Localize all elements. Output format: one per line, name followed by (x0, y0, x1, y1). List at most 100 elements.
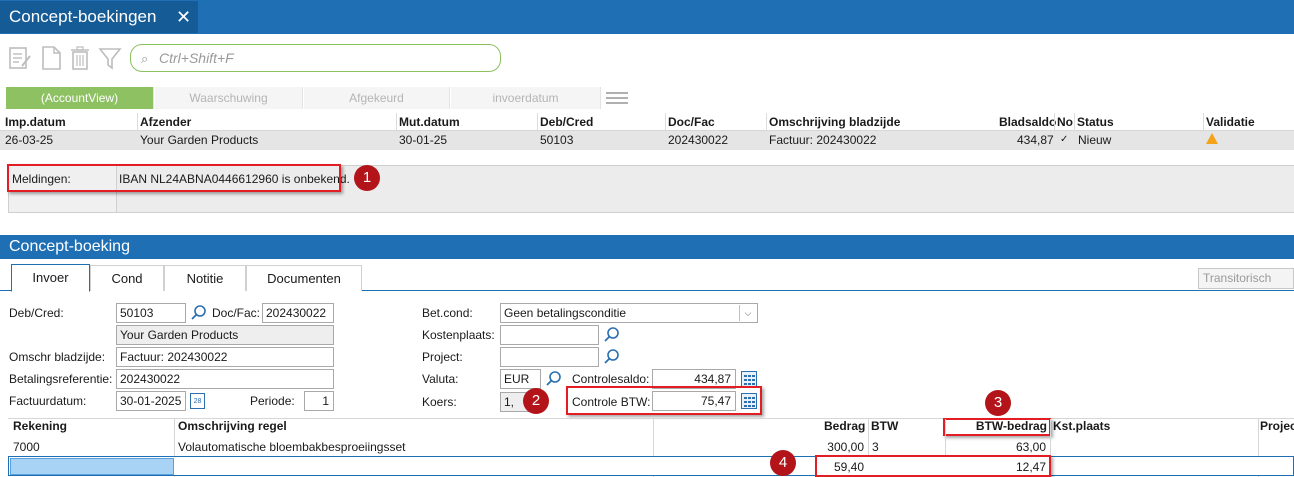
kostenplaats-label: Kostenplaats: (422, 328, 495, 342)
calculator-icon[interactable] (741, 393, 757, 409)
filter-icon[interactable] (98, 44, 122, 72)
cell-deb-cred: 50103 (540, 133, 574, 147)
lookup-icon[interactable] (604, 349, 620, 365)
new-document-icon[interactable] (40, 44, 64, 72)
tab-invoer[interactable]: Invoer (11, 264, 90, 292)
col-imp-datum[interactable]: Imp.datum (5, 115, 66, 129)
controlebtw-label: Controle BTW: (572, 395, 651, 409)
annotation-badge: 1 (354, 165, 380, 191)
lookup-icon[interactable] (191, 305, 207, 321)
col-rekening[interactable]: Rekening (13, 419, 67, 437)
col-project[interactable]: Projec (1260, 419, 1294, 437)
col-mut-datum[interactable]: Mut.datum (399, 115, 460, 129)
betref-label: Betalingsreferentie: (9, 372, 113, 386)
cell-bedrag: 300,00 (827, 440, 864, 454)
tab-documenten[interactable]: Documenten (246, 265, 362, 291)
calendar-icon[interactable]: 28 (190, 393, 205, 409)
filter-tab-invoerdatum[interactable]: invoerdatum (451, 87, 601, 109)
betref-input[interactable]: 202430022 (116, 369, 334, 389)
lookup-icon[interactable] (546, 371, 562, 387)
grid-header: Imp.datum Afzender Mut.datum Deb/Cred Do… (0, 113, 1294, 131)
cell-omschrijving: Factuur: 202430022 (769, 133, 877, 147)
table-row-active[interactable] (8, 456, 1294, 476)
cell-no-check: ✓ (1060, 134, 1069, 145)
periode-label: Periode: (250, 394, 295, 408)
cell-rekening: 7000 (13, 440, 40, 454)
cell-afzender: Your Garden Products (140, 133, 259, 147)
tab-cond[interactable]: Cond (90, 265, 164, 291)
col-bedrag[interactable]: Bedrag (824, 419, 865, 437)
table-row[interactable]: 26-03-25 Your Garden Products 30-01-25 5… (0, 131, 1294, 150)
col-omschrijving[interactable]: Omschrijving bladzijde (769, 115, 900, 129)
doc-fac-label: Doc/Fac: (212, 306, 261, 320)
koers-label: Koers: (422, 395, 457, 409)
valuta-input[interactable]: EUR (500, 369, 541, 389)
periode-input[interactable]: 1 (304, 391, 334, 411)
col-doc-fac[interactable]: Doc/Fac (668, 115, 715, 129)
search-input[interactable]: ⌕ Ctrl+Shift+F (130, 44, 501, 72)
betcond-select[interactable]: Geen betalingsconditie ⌵ (500, 303, 758, 323)
col-status[interactable]: Status (1077, 115, 1114, 129)
window-tab-title: Concept-boekingen (9, 7, 157, 26)
column-divider (537, 113, 538, 131)
filter-tab-waarschuwing[interactable]: Waarschuwing (155, 87, 303, 109)
relation-name-field: Your Garden Products (116, 325, 334, 345)
search-placeholder: Ctrl+Shift+F (159, 50, 234, 66)
column-divider (1054, 113, 1055, 131)
highlight-box (815, 455, 1051, 477)
annotation-badge: 2 (523, 388, 549, 414)
controlesaldo-label: Controlesaldo: (572, 372, 650, 386)
cell-mut-datum: 30-01-25 (399, 133, 448, 147)
deb-cred-input[interactable]: 50103 (116, 303, 186, 323)
valuta-label: Valuta: (422, 372, 459, 386)
deb-cred-label: Deb/Cred: (9, 306, 64, 320)
rekening-input-active[interactable] (10, 458, 174, 475)
menu-icon[interactable] (606, 92, 628, 107)
edit-icon[interactable] (8, 44, 32, 72)
tab-notitie[interactable]: Notitie (164, 265, 246, 291)
filter-tab-afgekeurd[interactable]: Afgekeurd (304, 87, 450, 109)
col-kst-plaats[interactable]: Kst.plaats (1053, 419, 1110, 437)
col-omschrijving-regel[interactable]: Omschrijving regel (178, 419, 287, 437)
cell-btw: 3 (872, 440, 879, 454)
highlight-box (7, 164, 341, 192)
omschr-label: Omschr bladzijde: (9, 350, 106, 364)
col-afzender[interactable]: Afzender (140, 115, 191, 129)
cell-imp-datum: 26-03-25 (5, 133, 54, 147)
lookup-icon[interactable] (604, 327, 620, 343)
project-label: Project: (422, 350, 463, 364)
column-divider (137, 113, 138, 131)
delete-icon[interactable] (68, 44, 92, 72)
close-icon[interactable]: ✕ (176, 1, 191, 33)
cell-btw-bedrag: 63,00 (1015, 440, 1046, 454)
table-row[interactable]: 7000 Volautomatische bloembakbesproeiing… (8, 437, 1294, 455)
column-divider (766, 113, 767, 131)
detail-tabs: Invoer Cond Notitie Documenten (0, 259, 1294, 292)
col-no[interactable]: No (1057, 115, 1073, 129)
calculator-icon[interactable] (741, 371, 757, 387)
project-input[interactable] (500, 347, 599, 367)
factuurdatum-label: Factuurdatum: (9, 394, 87, 408)
col-btw[interactable]: BTW (871, 419, 898, 437)
col-deb-cred[interactable]: Deb/Cred (540, 115, 593, 129)
doc-fac-input[interactable]: 202430022 (262, 303, 334, 323)
col-validatie[interactable]: Validatie (1206, 115, 1255, 129)
warning-icon (1205, 132, 1219, 148)
annotation-badge: 4 (770, 450, 796, 476)
chevron-down-icon[interactable]: ⌵ (739, 305, 756, 321)
search-icon: ⌕ (141, 51, 149, 66)
highlight-box (943, 418, 1051, 436)
betcond-label: Bet.cond: (422, 306, 473, 320)
transitorisch-field[interactable]: Transitorisch (1198, 268, 1294, 289)
cell-omschrijving-regel: Volautomatische bloembakbesproeiingsset (178, 440, 406, 454)
window-tab[interactable]: Concept-boekingen ✕ (0, 1, 198, 33)
controlebtw-input[interactable]: 75,47 (652, 391, 736, 411)
kostenplaats-input[interactable] (500, 325, 599, 345)
omschr-input[interactable]: Factuur: 202430022 (116, 347, 334, 367)
factuurdatum-input[interactable]: 30-01-2025 (116, 391, 186, 411)
betcond-value: Geen betalingsconditie (504, 306, 627, 320)
col-bladsaldo[interactable]: Bladsaldo (999, 115, 1056, 129)
column-divider (665, 113, 666, 131)
column-divider (396, 113, 397, 131)
filter-tab-accountview[interactable]: (AccountView) (6, 87, 154, 109)
